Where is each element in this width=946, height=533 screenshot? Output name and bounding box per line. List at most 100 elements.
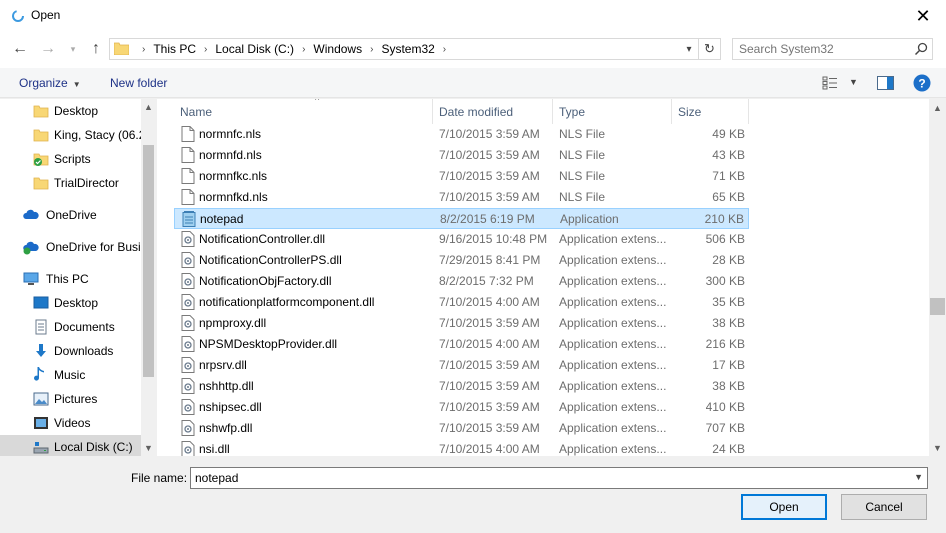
dll-icon [181,357,195,373]
up-button[interactable]: ↑ [86,39,106,59]
breadcrumb-local-disk[interactable]: Local Disk (C:) [215,42,294,56]
sidebar-item-videos[interactable]: Videos [0,411,141,435]
file-date-modified: 7/10/2015 4:00 AM [439,442,540,456]
column-header-name-label: Name [180,104,213,119]
file-row[interactable]: npmproxy.dll 7/10/2015 3:59 AM Application… [174,313,749,334]
sidebar-item-trialdirector[interactable]: TrialDirector [0,171,141,195]
sidebar-item-onedrive[interactable]: OneDrive [0,203,141,227]
organize-label: Organize [19,76,68,90]
cancel-button[interactable]: Cancel [841,494,927,520]
file-size: 410 KB [705,400,745,414]
file-size: 300 KB [705,274,745,288]
sidebar-item-music[interactable]: Music [0,363,141,387]
help-icon[interactable]: ? [913,74,931,92]
sidebar-scrollbar-thumb[interactable] [143,145,154,377]
file-size: 35 KB [712,295,745,309]
file-type: Application extens... [559,379,667,393]
breadcrumb-separator-icon[interactable]: › [204,44,207,55]
file-row[interactable]: nshipsec.dll 7/10/2015 3:59 AM Application… [174,397,749,418]
file-name: NPSMDesktopProvider.dll [199,337,338,351]
file-date-modified: 7/10/2015 3:59 AM [439,400,540,414]
column-header-size[interactable]: Size [672,99,749,124]
sidebar-item-desktop-quick[interactable]: Desktop [0,99,141,123]
file-type: Application extens... [559,358,667,372]
chevron-down-icon: ▾ [686,43,692,55]
file-size: 506 KB [705,232,745,246]
sidebar-item-king-stacy[interactable]: King, Stacy (06.2 [0,123,141,147]
chevron-down-icon[interactable]: ▼ [914,472,923,482]
view-dropdown-chevron-icon[interactable]: ▼ [849,77,858,87]
file-row[interactable]: NPSMDesktopProvider.dll 7/10/2015 4:00 AM… [174,334,749,355]
file-date-modified: 9/16/2015 10:48 PM [439,232,548,246]
back-button[interactable]: ← [10,39,30,59]
file-name: nshhttp.dll [199,379,254,393]
document-icon [181,168,195,184]
column-header-name[interactable]: Name ^ [174,99,433,124]
file-date-modified: 7/10/2015 4:00 AM [439,295,540,309]
file-row[interactable]: NotificationObjFactory.dll 8/2/2015 7:32 … [174,271,749,292]
refresh-button[interactable]: ↻ [698,39,720,59]
sidebar-item-this-pc[interactable]: This PC [0,267,141,291]
sidebar-scroll-up-icon[interactable]: ▲ [141,99,156,115]
sidebar-scroll-down-icon[interactable]: ▼ [141,440,156,456]
open-button[interactable]: Open [741,494,827,520]
filename-input[interactable] [195,471,895,485]
svg-text:?: ? [918,77,925,91]
sidebar-item-pictures[interactable]: Pictures [0,387,141,411]
close-button[interactable]: ✕ [900,0,946,32]
recent-locations-button[interactable]: ▾ [63,39,83,59]
organize-menu-button[interactable]: Organize ▼ [19,76,81,90]
preview-pane-icon[interactable] [877,76,894,90]
file-date-modified: 7/10/2015 3:59 AM [439,421,540,435]
breadcrumb-separator-icon[interactable]: › [370,44,373,55]
search-box[interactable] [732,38,933,60]
breadcrumb-separator-icon[interactable]: › [302,44,305,55]
column-header-type[interactable]: Type [553,99,672,124]
scroll-up-icon[interactable]: ▲ [929,99,946,116]
address-dropdown-button[interactable]: ▾ [680,39,698,59]
breadcrumb-windows[interactable]: Windows [313,42,362,56]
file-list-scrollbar-thumb[interactable] [930,298,945,315]
file-row[interactable]: notepad 8/2/2015 6:19 PM Application 210 KB [174,208,749,229]
breadcrumb-this-pc[interactable]: This PC [153,42,196,56]
file-row[interactable]: NotificationControllerPS.dll 7/29/2015 8:… [174,250,749,271]
file-list: Name ^ Date modified Type Size normnfc.n… [157,99,929,456]
new-folder-button[interactable]: New folder [110,76,167,90]
file-row[interactable]: normnfd.nls 7/10/2015 3:59 AM NLS File 43 K… [174,145,749,166]
search-icon[interactable] [914,42,928,56]
file-row[interactable]: nshhttp.dll 7/10/2015 3:59 AM Application … [174,376,749,397]
file-size: 216 KB [705,337,745,351]
file-type: NLS File [559,148,606,162]
breadcrumb-separator-icon[interactable]: › [443,44,446,55]
cloud-sync-icon [23,241,39,255]
breadcrumb-system32[interactable]: System32 [381,42,434,56]
forward-button[interactable]: → [38,39,58,59]
file-row[interactable]: NotificationController.dll 9/16/2015 10:4… [174,229,749,250]
file-date-modified: 7/10/2015 3:59 AM [439,316,540,330]
file-row[interactable]: notificationplatformcomponent.dll 7/10/20… [174,292,749,313]
sidebar-item-scripts[interactable]: Scripts [0,147,141,171]
view-options-icon[interactable] [822,76,838,90]
file-row[interactable]: normnfc.nls 7/10/2015 3:59 AM NLS File 49 K… [174,124,749,145]
file-size: 71 KB [712,169,745,183]
filename-combobox[interactable]: ▼ [190,467,928,489]
sidebar-item-onedrive-business[interactable]: OneDrive for Busi [0,235,141,259]
sidebar-item-downloads[interactable]: Downloads [0,339,141,363]
file-type: Application extens... [559,442,667,456]
column-header-date[interactable]: Date modified [433,99,553,124]
scroll-down-icon[interactable]: ▼ [929,439,946,456]
file-list-scrollbar[interactable] [929,99,946,456]
sidebar-item-documents[interactable]: Documents [0,315,141,339]
videos-icon [34,417,48,429]
file-row[interactable]: nsi.dll 7/10/2015 4:00 AM Application exte… [174,439,749,456]
file-row[interactable]: normnfkc.nls 7/10/2015 3:59 AM NLS File 71 … [174,166,749,187]
search-input[interactable] [739,42,909,56]
sidebar-item-local-disk[interactable]: Local Disk (C:) [0,435,141,456]
file-row[interactable]: nshwfp.dll 7/10/2015 3:59 AM Application e… [174,418,749,439]
folder-icon [114,42,129,55]
address-bar[interactable]: › This PC › Local Disk (C:) › Windows › … [109,38,721,60]
sidebar-item-desktop[interactable]: Desktop [0,291,141,315]
file-row[interactable]: nrpsrv.dll 7/10/2015 3:59 AM Application e… [174,355,749,376]
file-row[interactable]: normnfkd.nls 7/10/2015 3:59 AM NLS File 65 … [174,187,749,208]
document-icon [181,126,195,142]
